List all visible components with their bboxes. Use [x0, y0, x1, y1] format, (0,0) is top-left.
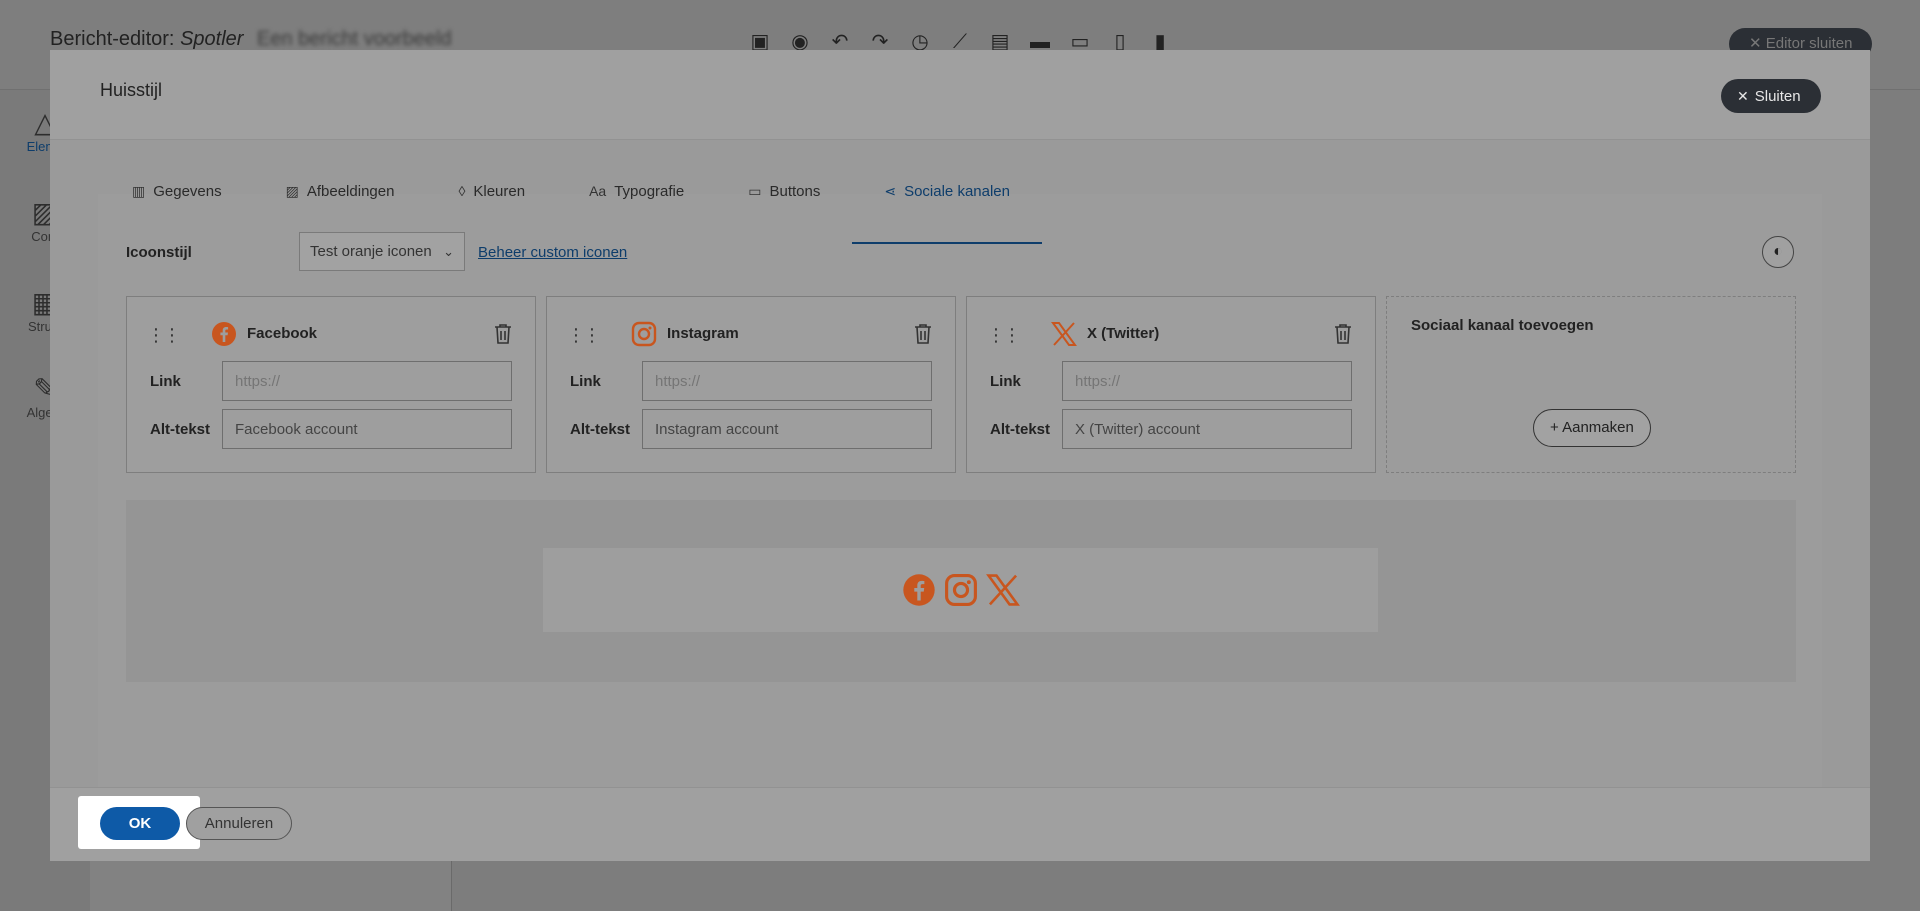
- channel-name: Instagram: [667, 325, 739, 342]
- link-label: Link: [990, 373, 1021, 390]
- drop-icon: ◊: [458, 183, 466, 199]
- social-preview-inner: [543, 548, 1378, 632]
- x-twitter-icon: [985, 574, 1020, 606]
- app-title: Bericht-editor: Spotler Een bericht voor…: [50, 28, 452, 51]
- tab-buttons[interactable]: ▭ Buttons: [716, 140, 852, 244]
- tab-gegevens[interactable]: ▥ Gegevens: [100, 140, 254, 244]
- tab-sociale-kanalen[interactable]: ⋖ Sociale kanalen: [852, 140, 1042, 244]
- modal-close-label: Sluiten: [1754, 88, 1801, 105]
- trash-icon[interactable]: [493, 323, 513, 345]
- huisstijl-modal: Huisstijl ✕ Sluiten Icoonstijl Test oranj…: [50, 50, 1870, 861]
- instagram-icon: [631, 321, 657, 347]
- cancel-button[interactable]: Annuleren: [186, 807, 292, 840]
- drag-handle-icon[interactable]: ⋮⋮: [987, 325, 1021, 346]
- modal-footer: OK Annuleren: [50, 787, 1870, 861]
- alt-text-label: Alt-tekst: [990, 421, 1051, 438]
- link-label: Link: [150, 373, 181, 390]
- tab-bar: ▥ Gegevens ▨ Afbeeldingen ◊ Kleuren Aa Typog…: [100, 140, 1820, 244]
- tab-typografie[interactable]: Aa Typografie: [557, 140, 716, 244]
- drag-handle-icon[interactable]: ⋮⋮: [567, 325, 601, 346]
- channel-name: Facebook: [247, 325, 318, 342]
- tab-label: Gegevens: [153, 182, 222, 200]
- tab-label: Buttons: [769, 182, 821, 200]
- modal-header: Huisstijl ✕ Sluiten: [50, 50, 1870, 140]
- channel-card-x-twitter: ⋮⋮ X (Twitter) Link Alt-tekst: [966, 296, 1376, 473]
- add-channel-title: Sociaal kanaal toevoegen: [1411, 317, 1594, 334]
- instagram-icon: [944, 574, 977, 606]
- trash-icon[interactable]: [1333, 323, 1353, 345]
- alt-text-label: Alt-tekst: [150, 421, 211, 438]
- link-label: Link: [570, 373, 601, 390]
- tab-label: Typografie: [614, 182, 685, 200]
- content-panel: Icoonstijl Test oranje iconen ⌄ Beheer c…: [98, 194, 1822, 787]
- facebook-icon: [902, 574, 935, 606]
- app-title-name: Spotler: [180, 28, 244, 50]
- facebook-alt-input[interactable]: [222, 409, 512, 449]
- tab-kleuren[interactable]: ◊ Kleuren: [426, 140, 557, 244]
- ok-button[interactable]: OK: [100, 807, 180, 840]
- button-icon: ▭: [748, 182, 762, 199]
- instagram-link-input[interactable]: [642, 361, 932, 401]
- app-title-rest: Een bericht voorbeeld: [257, 28, 452, 50]
- close-icon: ✕: [1737, 88, 1749, 104]
- social-preview: [126, 500, 1796, 682]
- modal-close-button[interactable]: ✕ Sluiten: [1721, 79, 1821, 113]
- tab-label: Afbeeldingen: [306, 182, 395, 200]
- add-channel-card: Sociaal kanaal toevoegen + Aanmaken: [1386, 296, 1796, 473]
- trash-icon[interactable]: [913, 323, 933, 345]
- x-twitter-link-input[interactable]: [1062, 361, 1352, 401]
- tab-label: Kleuren: [473, 182, 526, 200]
- tab-label: Sociale kanalen: [904, 182, 1010, 200]
- modal-title: Huisstijl: [100, 80, 163, 100]
- drag-handle-icon[interactable]: ⋮⋮: [147, 325, 181, 346]
- iconstyle-label: Icoonstijl: [126, 244, 192, 261]
- x-twitter-alt-input[interactable]: [1062, 409, 1352, 449]
- iconstyle-select-value: Test oranje iconen: [310, 243, 432, 260]
- tab-afbeeldingen[interactable]: ▨ Afbeeldingen: [254, 140, 427, 244]
- facebook-link-input[interactable]: [222, 361, 512, 401]
- app-title-prefix: Bericht-editor:: [50, 28, 175, 50]
- channel-card-instagram: ⋮⋮ Instagram Link Alt-tekst: [546, 296, 956, 473]
- channel-name: X (Twitter): [1087, 325, 1160, 342]
- typography-icon: Aa: [589, 183, 607, 199]
- facebook-icon: [212, 322, 236, 346]
- alt-text-label: Alt-tekst: [570, 421, 631, 438]
- share-icon: ⋖: [884, 182, 897, 199]
- x-twitter-icon: [1051, 322, 1077, 346]
- instagram-alt-input[interactable]: [642, 409, 932, 449]
- image-icon: ▨: [285, 182, 299, 199]
- add-channel-button[interactable]: + Aanmaken: [1533, 409, 1651, 447]
- channel-card-facebook: ⋮⋮ Facebook Link Alt-tekst: [126, 296, 536, 473]
- manage-custom-icons-link[interactable]: Beheer custom iconen: [478, 244, 627, 261]
- building-icon: ▥: [132, 182, 146, 199]
